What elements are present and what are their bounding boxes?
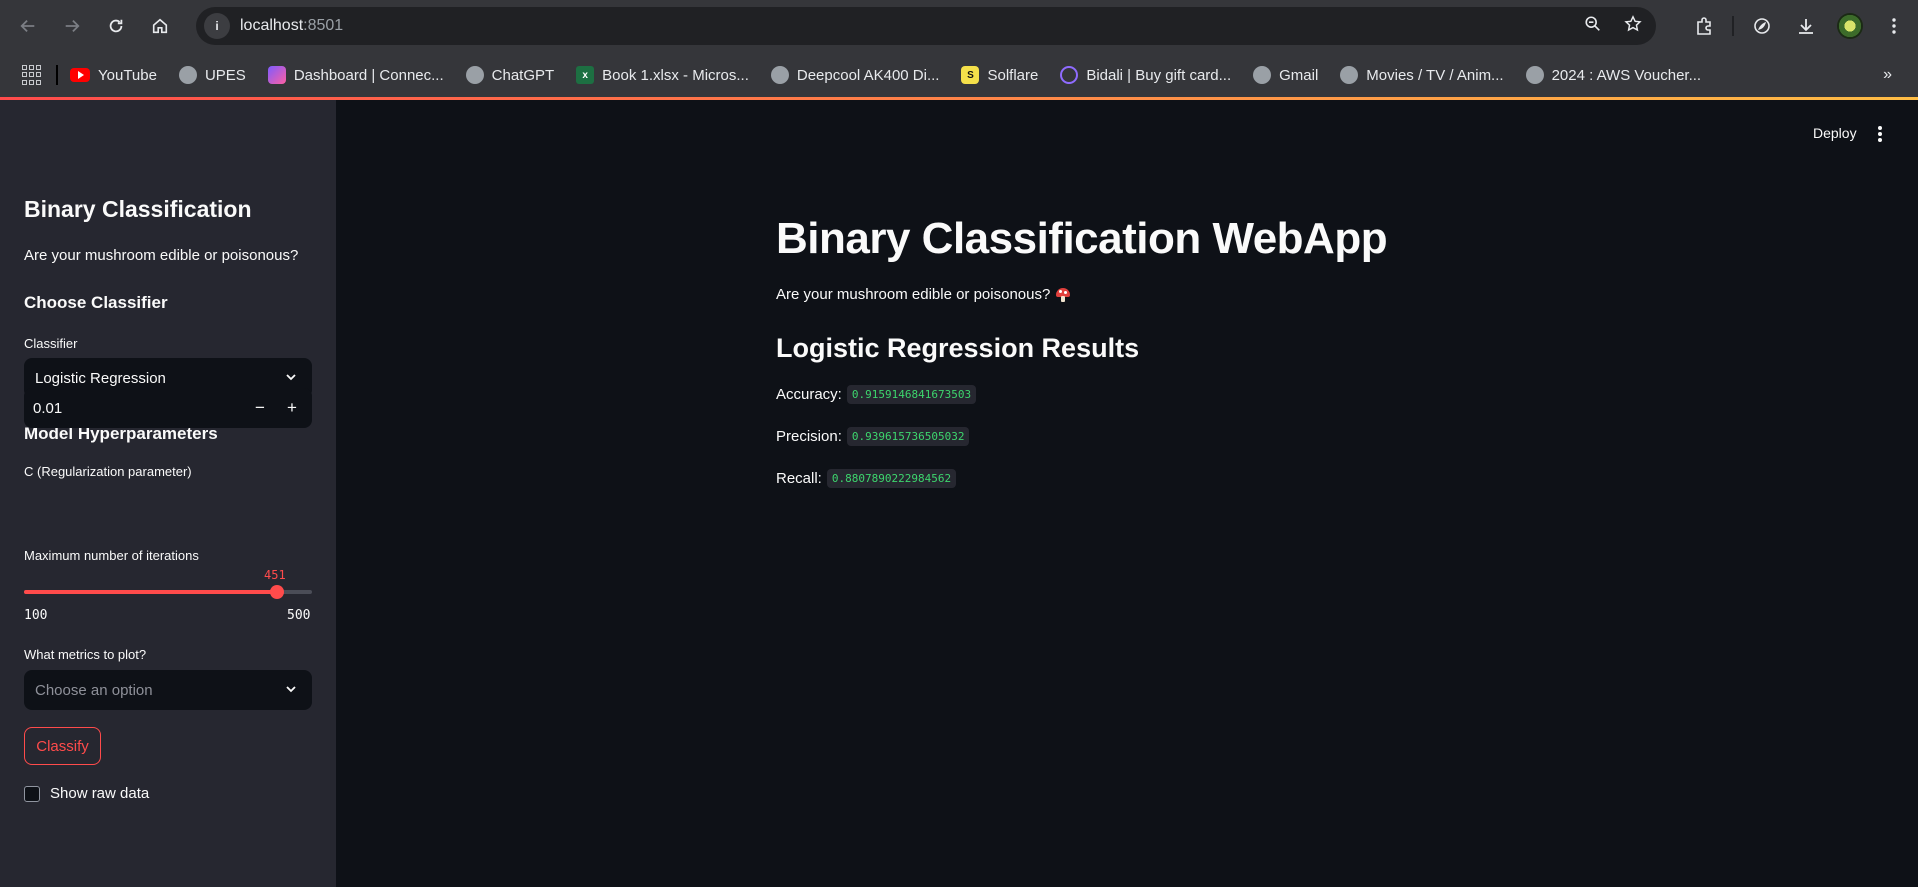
browser-toolbar: i localhost:8501 [0, 0, 1918, 52]
dashboard-icon [267, 66, 286, 84]
profile-avatar[interactable] [1834, 8, 1866, 44]
c-param-value[interactable]: 0.01 [24, 400, 244, 417]
recall-row: Recall: 0.8807890222984562 [776, 469, 957, 488]
c-param-label: C (Regularization parameter) [24, 464, 192, 479]
globe-icon [178, 66, 197, 84]
download-icon[interactable] [1790, 8, 1822, 44]
excel-icon: x [576, 66, 595, 84]
precision-label: Precision: [776, 428, 842, 445]
bookmark-solflare[interactable]: S Solflare [961, 66, 1038, 84]
classifier-selected-value: Logistic Regression [35, 369, 166, 387]
bookmark-youtube[interactable]: YouTube [70, 67, 157, 84]
bookmarks-overflow-icon[interactable]: » [1883, 66, 1892, 84]
slider-min-label: 100 [24, 608, 48, 623]
bookmarks-bar: YouTube UPES Dashboard | Connec... ChatG… [0, 52, 1918, 98]
sidebar-subtitle: Are your mushroom edible or poisonous? [24, 247, 299, 264]
bookmark-bidali[interactable]: Bidali | Buy gift card... [1060, 66, 1231, 84]
precision-row: Precision: 0.939615736505032 [776, 427, 970, 446]
solflare-icon: S [961, 66, 980, 84]
back-icon[interactable] [10, 8, 46, 44]
forward-icon[interactable] [54, 8, 90, 44]
bookmark-book-xlsx[interactable]: x Book 1.xlsx - Micros... [576, 66, 749, 84]
extension-leaf-icon[interactable] [1746, 8, 1778, 44]
bookmark-star-icon[interactable] [1624, 14, 1642, 38]
checkbox-box[interactable] [24, 785, 40, 802]
bookmark-aws-voucher[interactable]: 2024 : AWS Voucher... [1525, 66, 1701, 84]
show-raw-data-checkbox[interactable]: Show raw data [24, 785, 149, 802]
url-text: localhost:8501 [240, 17, 344, 34]
globe-icon [770, 66, 789, 84]
page-title: Binary Classification WebApp [776, 214, 1388, 263]
recall-value: 0.8807890222984562 [826, 469, 957, 488]
sidebar-title: Binary Classification [24, 196, 252, 222]
toolbar-divider [1732, 16, 1734, 36]
chevron-down-icon [286, 374, 296, 381]
chevron-down-icon [286, 686, 296, 693]
globe-icon [1525, 66, 1544, 84]
show-raw-data-label: Show raw data [50, 785, 150, 802]
max-iterations-value: 451 [264, 568, 286, 582]
slider-fill [24, 590, 277, 594]
bookmark-movies[interactable]: Movies / TV / Anim... [1340, 66, 1504, 84]
classify-button[interactable]: Classify [24, 727, 101, 765]
site-info-icon[interactable]: i [204, 13, 230, 39]
slider-thumb[interactable] [269, 585, 284, 599]
main-menu-icon[interactable] [1876, 124, 1884, 144]
recall-label: Recall: [776, 470, 822, 487]
youtube-icon [70, 68, 90, 82]
max-iterations-label: Maximum number of iterations [24, 548, 199, 563]
metrics-multiselect[interactable]: Choose an option [24, 670, 312, 710]
bookmark-gmail[interactable]: Gmail [1253, 66, 1318, 84]
choose-classifier-heading: Choose Classifier [24, 293, 168, 312]
mushroom-icon [1056, 287, 1071, 302]
apps-grid-icon[interactable] [22, 65, 42, 85]
slider-max-label: 500 [287, 608, 311, 623]
globe-icon [1253, 66, 1272, 84]
home-icon[interactable] [142, 8, 178, 44]
address-bar[interactable]: i localhost:8501 [196, 7, 1656, 45]
increment-button[interactable]: + [276, 388, 308, 428]
classifier-label: Classifier [24, 336, 78, 351]
c-param-input[interactable]: 0.01 − + [24, 388, 312, 428]
reload-icon[interactable] [98, 8, 134, 44]
extensions-icon[interactable] [1688, 8, 1720, 44]
results-heading: Logistic Regression Results [776, 333, 1140, 363]
browser-menu-icon[interactable] [1878, 8, 1910, 44]
accuracy-label: Accuracy: [776, 386, 842, 403]
zoom-icon[interactable] [1584, 15, 1602, 38]
page-subtitle: Are your mushroom edible or poisonous? [776, 286, 1071, 303]
accuracy-value: 0.9159146841673503 [846, 385, 977, 404]
accuracy-row: Accuracy: 0.9159146841673503 [776, 385, 977, 404]
precision-value: 0.939615736505032 [846, 427, 970, 446]
bookmark-dashboard[interactable]: Dashboard | Connec... [267, 66, 444, 84]
bookmark-chatgpt[interactable]: ChatGPT [465, 66, 554, 84]
bookmarks-divider [56, 65, 58, 85]
globe-icon [1340, 66, 1359, 84]
decrement-button[interactable]: − [244, 388, 276, 428]
metrics-label: What metrics to plot? [24, 647, 147, 662]
metrics-placeholder: Choose an option [35, 681, 153, 699]
deploy-button[interactable]: Deploy [1813, 125, 1857, 141]
bookmark-deepcool[interactable]: Deepcool AK400 Di... [770, 66, 939, 84]
max-iterations-slider[interactable] [24, 585, 312, 599]
bookmark-upes[interactable]: UPES [178, 66, 246, 84]
bidali-icon [1060, 66, 1079, 84]
globe-icon [465, 66, 484, 84]
sidebar: Binary Classification Are your mushroom … [0, 100, 336, 887]
